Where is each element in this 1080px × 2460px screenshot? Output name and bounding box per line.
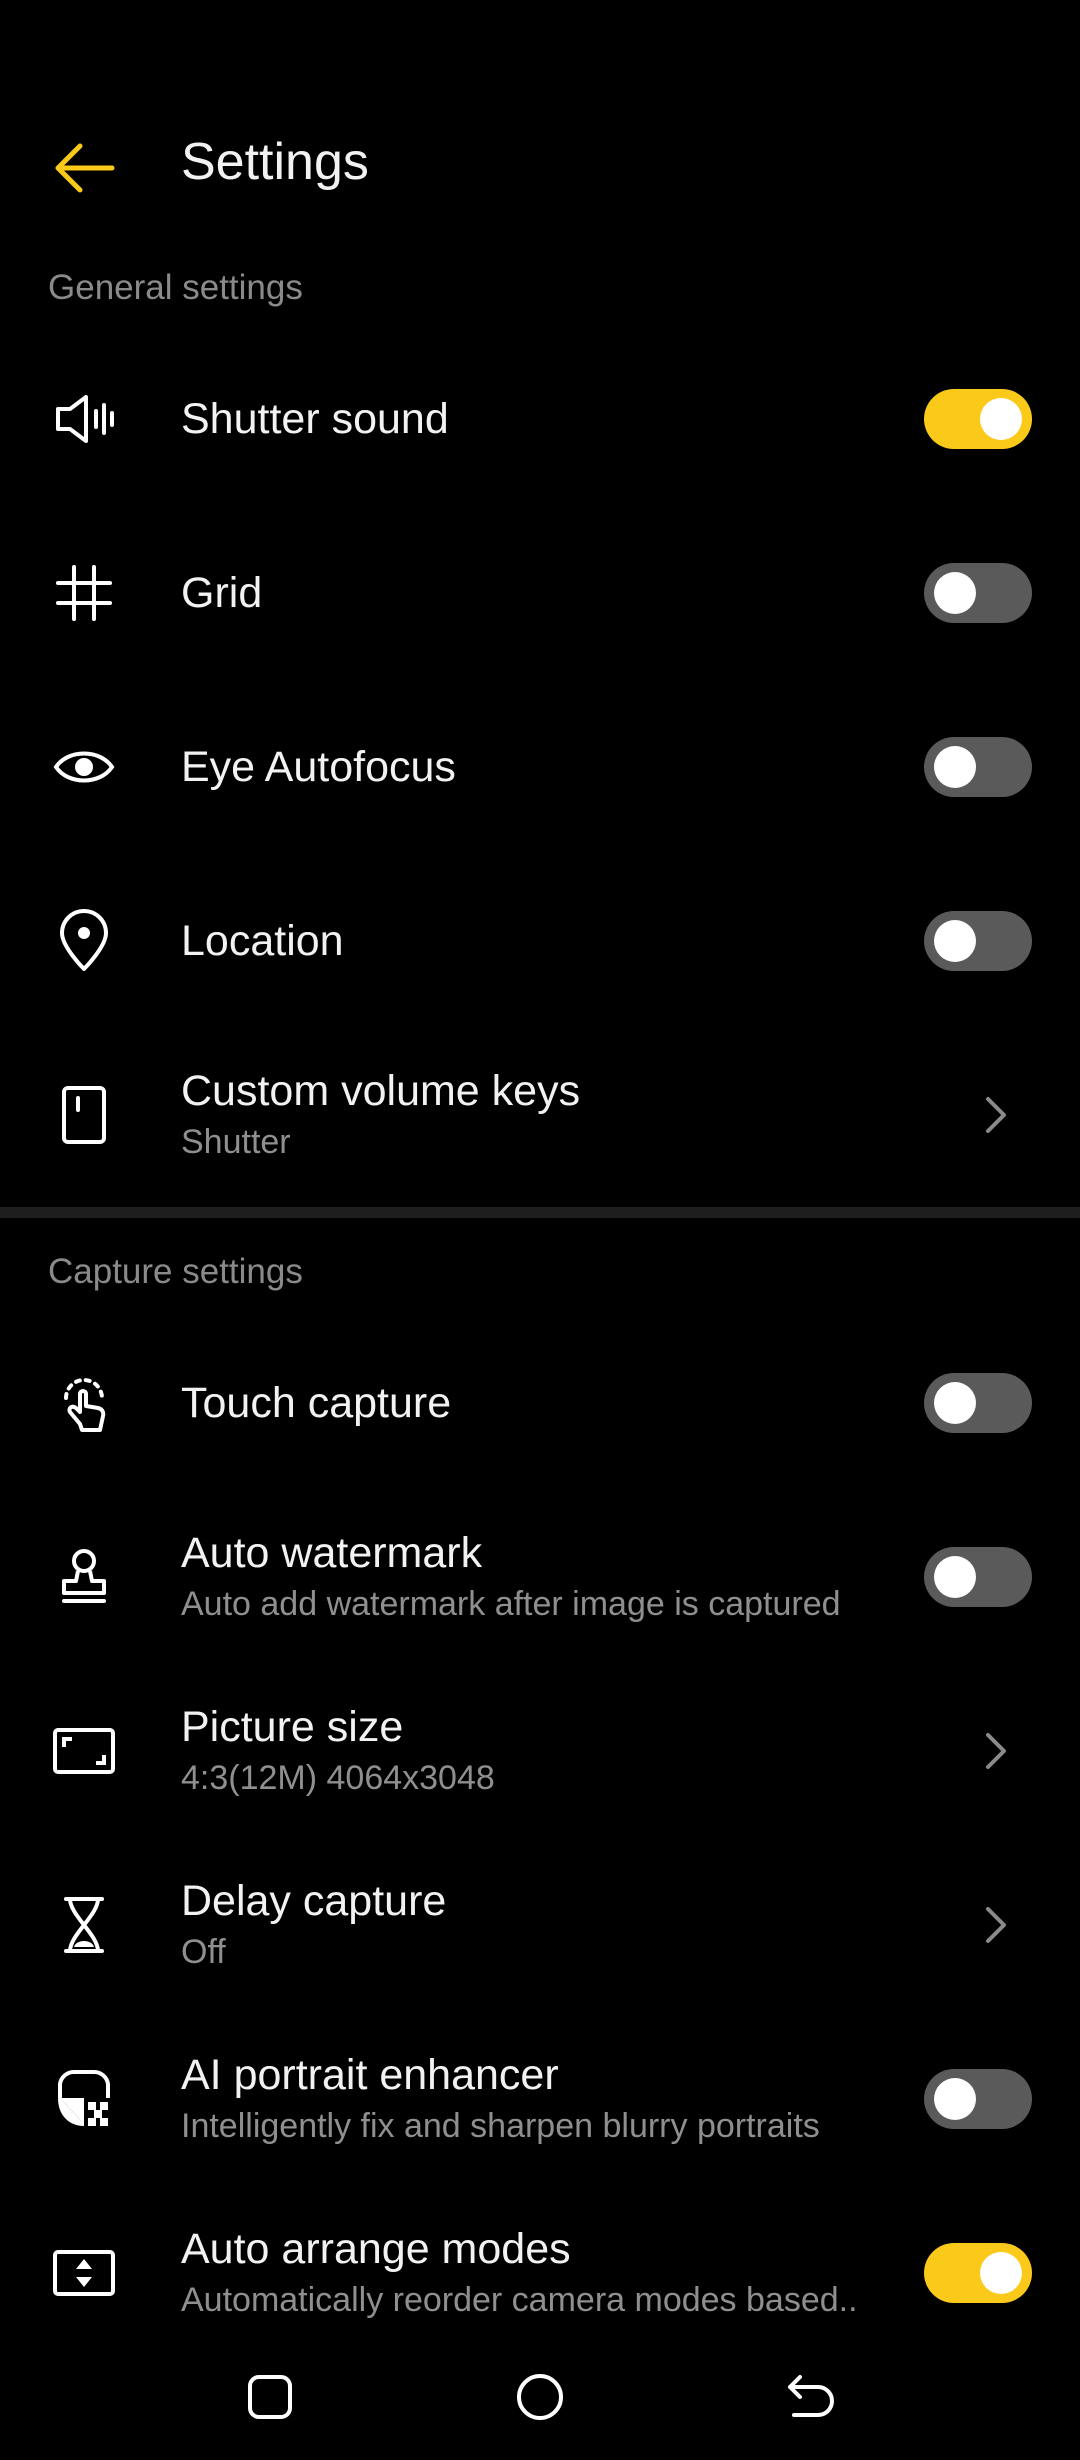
setting-value: Off [181,1933,226,1971]
touch-icon [48,1367,120,1439]
stamp-icon [48,1541,120,1613]
setting-ai-portrait-enhancer[interactable]: AI portrait enhancer Intelligently fix a… [0,2012,1080,2186]
setting-location[interactable]: Location [0,854,1080,1028]
recents-icon [248,2375,292,2419]
speaker-icon [48,383,120,455]
grid-icon [48,557,120,629]
setting-label: Auto watermark [181,1529,483,1577]
page-title: Settings [181,133,369,191]
grid-toggle[interactable] [924,563,1032,623]
phone-volume-key-icon [48,1079,120,1151]
eye-autofocus-toggle[interactable] [924,737,1032,797]
setting-label: Shutter sound [181,395,449,443]
back-nav-button[interactable] [765,2352,855,2442]
ai-portrait-enhancer-toggle[interactable] [924,2069,1032,2129]
aspect-ratio-icon [48,1715,120,1787]
auto-watermark-toggle[interactable] [924,1547,1032,1607]
arrange-modes-icon [48,2237,120,2309]
setting-label: Custom volume keys [181,1067,581,1115]
setting-custom-volume-keys[interactable]: Custom volume keys Shutter [0,1028,1080,1202]
setting-value: 4:3(12M) 4064x3048 [181,1759,495,1797]
setting-eye-autofocus[interactable]: Eye Autofocus [0,680,1080,854]
chevron-right-icon [972,1901,1020,1949]
setting-auto-watermark[interactable]: Auto watermark Auto add watermark after … [0,1490,1080,1664]
setting-picture-size[interactable]: Picture size 4:3(12M) 4064x3048 [0,1664,1080,1838]
section-header-capture: Capture settings [48,1252,303,1291]
setting-touch-capture[interactable]: Touch capture [0,1316,1080,1490]
setting-description: Auto add watermark after image is captur… [181,1585,841,1623]
back-nav-icon [788,2375,834,2417]
chevron-right-icon [972,1727,1020,1775]
setting-label: Picture size [181,1703,404,1751]
setting-label: Location [181,917,344,965]
setting-grid[interactable]: Grid [0,506,1080,680]
location-pin-icon [48,905,120,977]
setting-description: Intelligently fix and sharpen blurry por… [181,2107,820,2145]
setting-shutter-sound[interactable]: Shutter sound [0,332,1080,506]
hourglass-icon [48,1889,120,1961]
setting-label: Eye Autofocus [181,743,456,791]
setting-description: Automatically reorder camera modes based… [181,2281,858,2319]
back-button[interactable] [40,128,130,208]
auto-arrange-modes-toggle[interactable] [924,2243,1032,2303]
location-toggle[interactable] [924,911,1032,971]
app-bar: Settings [0,110,1080,210]
setting-label: AI portrait enhancer [181,2051,559,2099]
system-navigation-bar [0,2330,1080,2460]
portrait-enhance-icon [48,2063,120,2135]
setting-label: Delay capture [181,1877,447,1925]
chevron-right-icon [972,1091,1020,1139]
home-icon [517,2374,563,2420]
setting-value: Shutter [181,1123,291,1161]
section-divider [0,1207,1080,1218]
setting-delay-capture[interactable]: Delay capture Off [0,1838,1080,2012]
setting-label: Auto arrange modes [181,2225,571,2273]
eye-icon [48,731,120,803]
section-header-general: General settings [48,268,303,307]
touch-capture-toggle[interactable] [924,1373,1032,1433]
setting-label: Grid [181,569,263,617]
arrow-left-icon [55,143,115,193]
shutter-sound-toggle[interactable] [924,389,1032,449]
home-button[interactable] [495,2352,585,2442]
recents-button[interactable] [225,2352,315,2442]
setting-label: Touch capture [181,1379,452,1427]
